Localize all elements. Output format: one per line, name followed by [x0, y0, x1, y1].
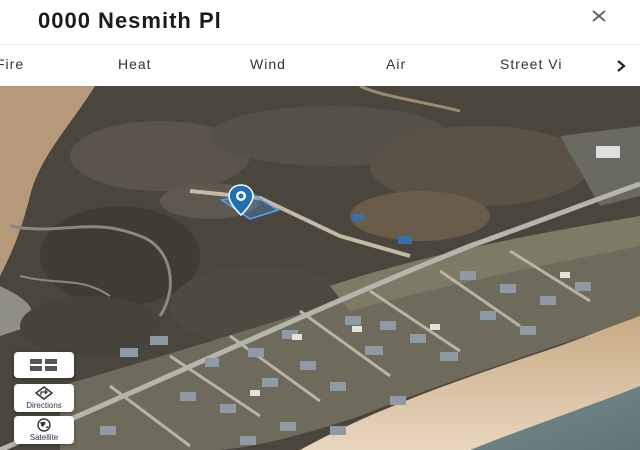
directions-button[interactable]: Directions: [14, 384, 74, 412]
map-imagery: [0, 86, 640, 450]
satellite-map[interactable]: Directions Satellite: [0, 86, 640, 450]
tab-fire[interactable]: Fire: [0, 56, 24, 72]
close-icon: [592, 10, 606, 22]
directions-label: Directions: [26, 401, 62, 410]
satellite-label: Satellite: [29, 433, 59, 442]
globe-icon: [37, 418, 51, 432]
tab-bar: Fire Heat Wind Air Street Vi: [0, 44, 640, 87]
tab-street-view[interactable]: Street Vi: [500, 56, 562, 72]
page-title: 0000 Nesmith Pl: [38, 8, 222, 33]
tab-heat[interactable]: Heat: [118, 56, 152, 72]
grid-icon: [30, 359, 57, 371]
directions-icon: [35, 386, 53, 400]
tab-wind[interactable]: Wind: [250, 56, 286, 72]
satellite-button[interactable]: Satellite: [14, 416, 74, 444]
layers-button[interactable]: [14, 352, 74, 378]
tabs-scroll-right-button[interactable]: [602, 45, 640, 87]
header-bar: 0000 Nesmith Pl: [0, 0, 640, 44]
chevron-right-icon: [617, 60, 626, 72]
close-button[interactable]: [586, 6, 612, 28]
tab-air[interactable]: Air: [386, 56, 406, 72]
location-pin-icon[interactable]: [228, 184, 254, 216]
